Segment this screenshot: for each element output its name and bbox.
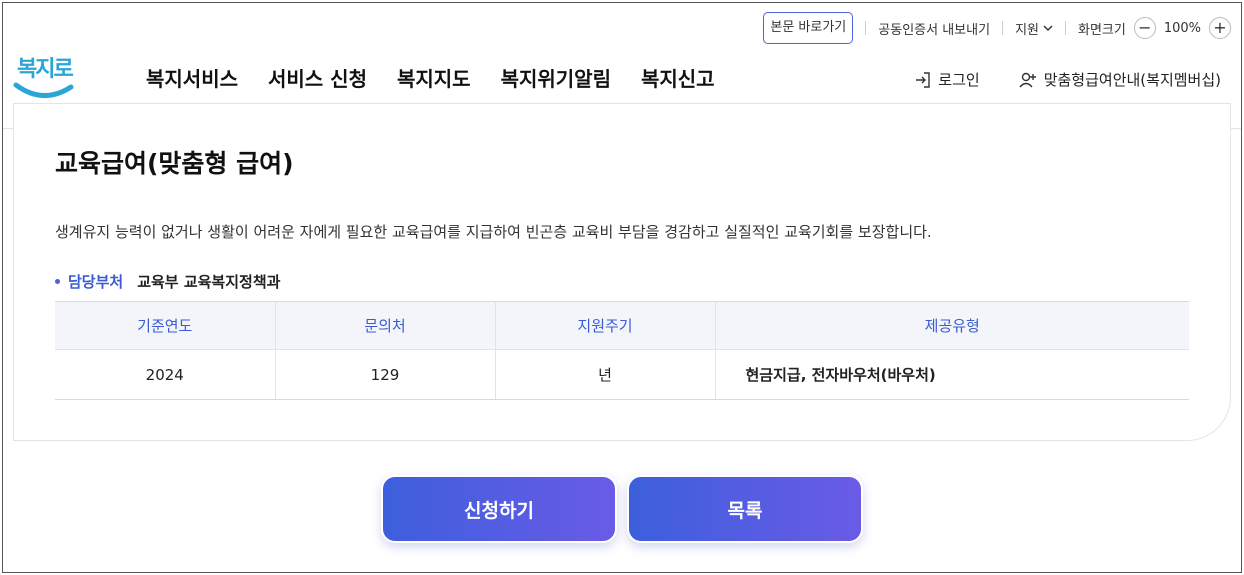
nav-crisis-alert[interactable]: 복지위기알림 <box>501 63 611 92</box>
header-contact: 문의처 <box>275 301 496 350</box>
nav-welfare-services[interactable]: 복지서비스 <box>146 63 238 92</box>
table-header-row: 기준연도 문의처 지원주기 제공유형 <box>55 301 1189 350</box>
divider <box>1002 21 1004 35</box>
support-label: 지원 <box>1015 22 1039 38</box>
chevron-down-icon <box>1043 25 1053 32</box>
header-base-year: 기준연도 <box>55 301 276 350</box>
site-logo[interactable]: 복지로 <box>13 49 75 105</box>
member-menu: 로그인 맞춤형급여안내(복지멤버십) <box>914 69 1221 90</box>
membership-link[interactable]: 맞춤형급여안내(복지멤버십) <box>1018 69 1221 90</box>
screen-size-label: 화면크기 <box>1077 22 1126 38</box>
login-label: 로그인 <box>938 71 980 89</box>
zoom-level: 100% <box>1163 20 1201 36</box>
zoom-in-button[interactable]: + <box>1209 17 1231 39</box>
cell-contact: 129 <box>275 349 496 400</box>
header-support-cycle: 지원주기 <box>495 301 716 350</box>
browser-frame: 본문 바로가기 공동인증서 내보내기 지원 화면크기 − 100% + 복지로 … <box>2 2 1242 573</box>
skip-to-content-link[interactable]: 본문 바로가기 <box>763 12 854 44</box>
membership-label: 맞춤형급여안내(복지멤버십) <box>1043 71 1221 89</box>
divider <box>1064 21 1066 35</box>
nav-welfare-map[interactable]: 복지지도 <box>397 63 471 92</box>
department-value: 교육부 교육복지정책과 <box>137 273 281 291</box>
header-provision-type: 제공유형 <box>715 301 1189 350</box>
apply-button[interactable]: 신청하기 <box>381 475 617 543</box>
divider <box>865 21 867 35</box>
service-description: 생계유지 능력이 없거나 생활이 어려운 자에게 필요한 교육급여를 지급하여 … <box>55 223 932 241</box>
cell-base-year: 2024 <box>55 349 276 400</box>
cert-export-link[interactable]: 공동인증서 내보내기 <box>878 19 990 38</box>
department-info: 담당부처 교육부 교육복지정책과 <box>55 271 280 292</box>
login-link[interactable]: 로그인 <box>914 69 980 90</box>
user-plus-icon <box>1019 72 1036 87</box>
list-button[interactable]: 목록 <box>627 475 863 543</box>
cell-support-cycle: 년 <box>495 349 716 400</box>
cell-provision-type: 현금지급, 전자바우처(바우처) <box>715 349 1189 400</box>
utility-bar: 본문 바로가기 공동인증서 내보내기 지원 화면크기 − 100% + <box>763 11 1231 45</box>
service-info-table: 기준연도 문의처 지원주기 제공유형 2024 129 년 현금지급, 전자바우… <box>55 301 1189 400</box>
department-label: 담당부처 <box>68 273 124 291</box>
bullet-icon <box>55 279 60 284</box>
logo-smile-icon <box>13 82 74 98</box>
zoom-out-button[interactable]: − <box>1133 17 1156 39</box>
support-dropdown[interactable]: 지원 <box>1015 19 1053 38</box>
nav-welfare-report[interactable]: 복지신고 <box>641 63 715 92</box>
table-row: 2024 129 년 현금지급, 전자바우처(바우처) <box>55 349 1189 400</box>
page-title: 교육급여(맞춤형 급여) <box>55 149 294 178</box>
login-icon <box>916 71 930 88</box>
main-navigation: 복지서비스 서비스 신청 복지지도 복지위기알림 복지신고 <box>146 63 715 92</box>
nav-service-apply[interactable]: 서비스 신청 <box>268 63 367 92</box>
action-buttons: 신청하기 목록 <box>381 475 863 543</box>
